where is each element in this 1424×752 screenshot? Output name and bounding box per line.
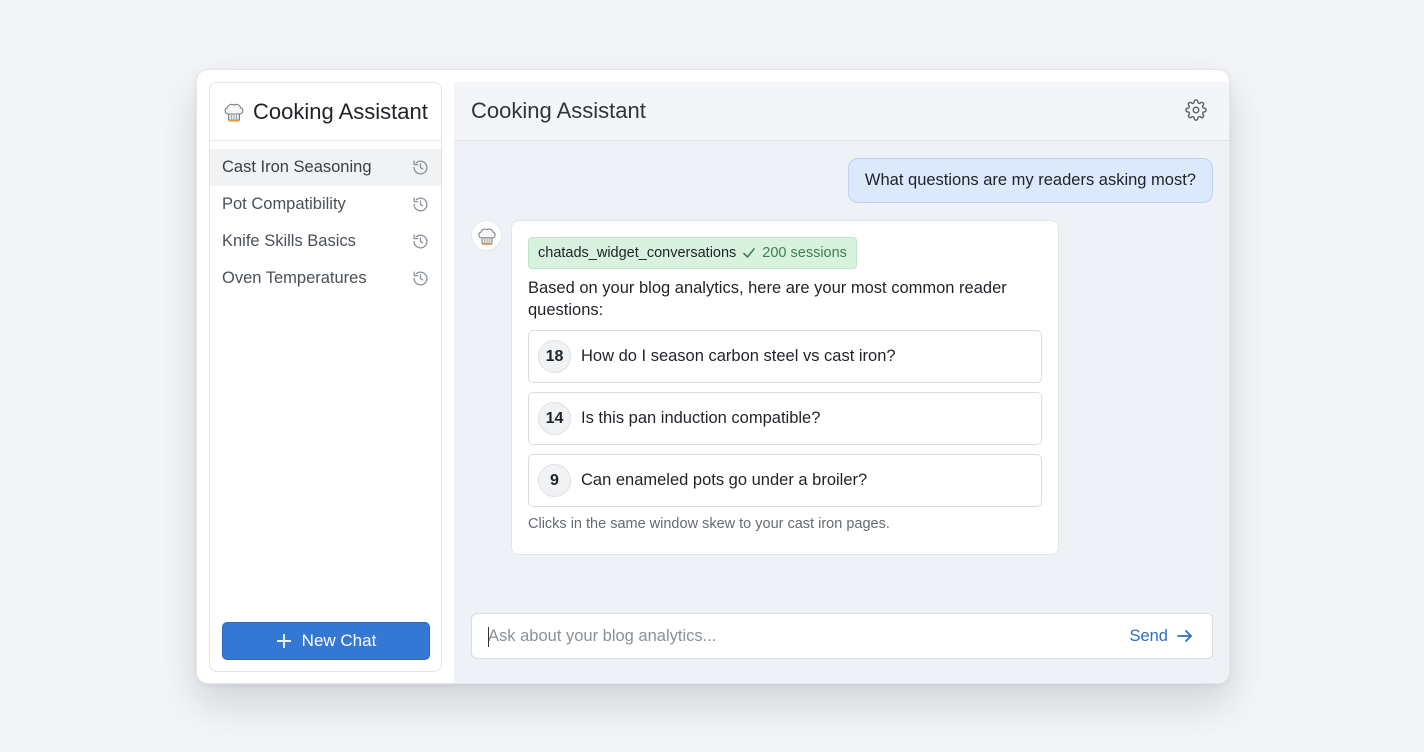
sidebar-item-knife-skills-basics[interactable]: Knife Skills Basics [210,223,441,260]
new-chat-label: New Chat [301,631,377,650]
question-text: Is this pan induction compatible? [581,409,821,427]
history-icon [412,270,429,287]
assistant-intro-text: Based on your blog analytics, here are y… [528,279,1007,319]
check-icon [742,246,756,260]
sidebar-item-label: Knife Skills Basics [222,232,356,250]
plus-icon [276,633,292,649]
history-icon [412,233,429,250]
tool-call-badge: chatads_widget_conversations 200 session… [528,237,857,269]
question-card[interactable]: 14 Is this pan induction compatible? [528,392,1042,445]
app-window: Cooking Assistant Cast Iron Seasoning Po… [196,69,1230,684]
chef-hat-icon [476,225,498,247]
question-list: 18 How do I season carbon steel vs cast … [528,330,1042,507]
assistant-avatar [471,220,502,251]
page-title: Cooking Assistant [471,98,646,123]
sidebar-item-label: Oven Temperatures [222,269,367,287]
conversation-history-list: Cast Iron Seasoning Pot Compatibility Kn… [210,141,441,297]
sidebar: Cooking Assistant Cast Iron Seasoning Po… [209,82,442,672]
sidebar-item-pot-compatibility[interactable]: Pot Compatibility [210,186,441,223]
chat-panel: Cooking Assistant What questions are my … [454,82,1229,683]
sidebar-item-label: Cast Iron Seasoning [222,158,372,176]
new-chat-button[interactable]: New Chat [222,622,430,660]
chat-input-bar: Send [471,613,1213,659]
sidebar-item-oven-temperatures[interactable]: Oven Temperatures [210,260,441,297]
sidebar-item-cast-iron-seasoning[interactable]: Cast Iron Seasoning [210,149,441,186]
arrow-right-icon [1176,627,1194,645]
history-icon [412,159,429,176]
history-icon [412,196,429,213]
user-message: What questions are my readers asking mos… [847,158,1213,203]
sidebar-item-label: Pot Compatibility [222,195,346,213]
sidebar-title: Cooking Assistant [253,98,428,124]
tool-result: 200 sessions [762,245,847,261]
question-count-badge: 18 [538,340,571,373]
assistant-message: chatads_widget_conversations 200 session… [511,220,1059,555]
chat-header: Cooking Assistant [454,82,1229,141]
question-count-badge: 14 [538,402,571,435]
tool-name: chatads_widget_conversations [538,245,737,261]
text-caret [488,627,489,647]
chef-hat-icon [221,99,247,125]
send-button[interactable]: Send [1129,627,1194,646]
send-label: Send [1129,626,1168,645]
question-text: How do I season carbon steel vs cast iro… [581,347,896,365]
chat-input[interactable] [472,614,1130,658]
question-count-badge: 9 [538,464,571,497]
gear-icon[interactable] [1185,99,1207,121]
question-card[interactable]: 9 Can enameled pots go under a broiler? [528,454,1042,507]
question-card[interactable]: 18 How do I season carbon steel vs cast … [528,330,1042,383]
user-message-text: What questions are my readers asking mos… [864,171,1196,189]
sidebar-header: Cooking Assistant [210,83,441,141]
assistant-footnote: Clicks in the same window skew to your c… [528,516,890,532]
question-text: Can enameled pots go under a broiler? [581,471,868,489]
